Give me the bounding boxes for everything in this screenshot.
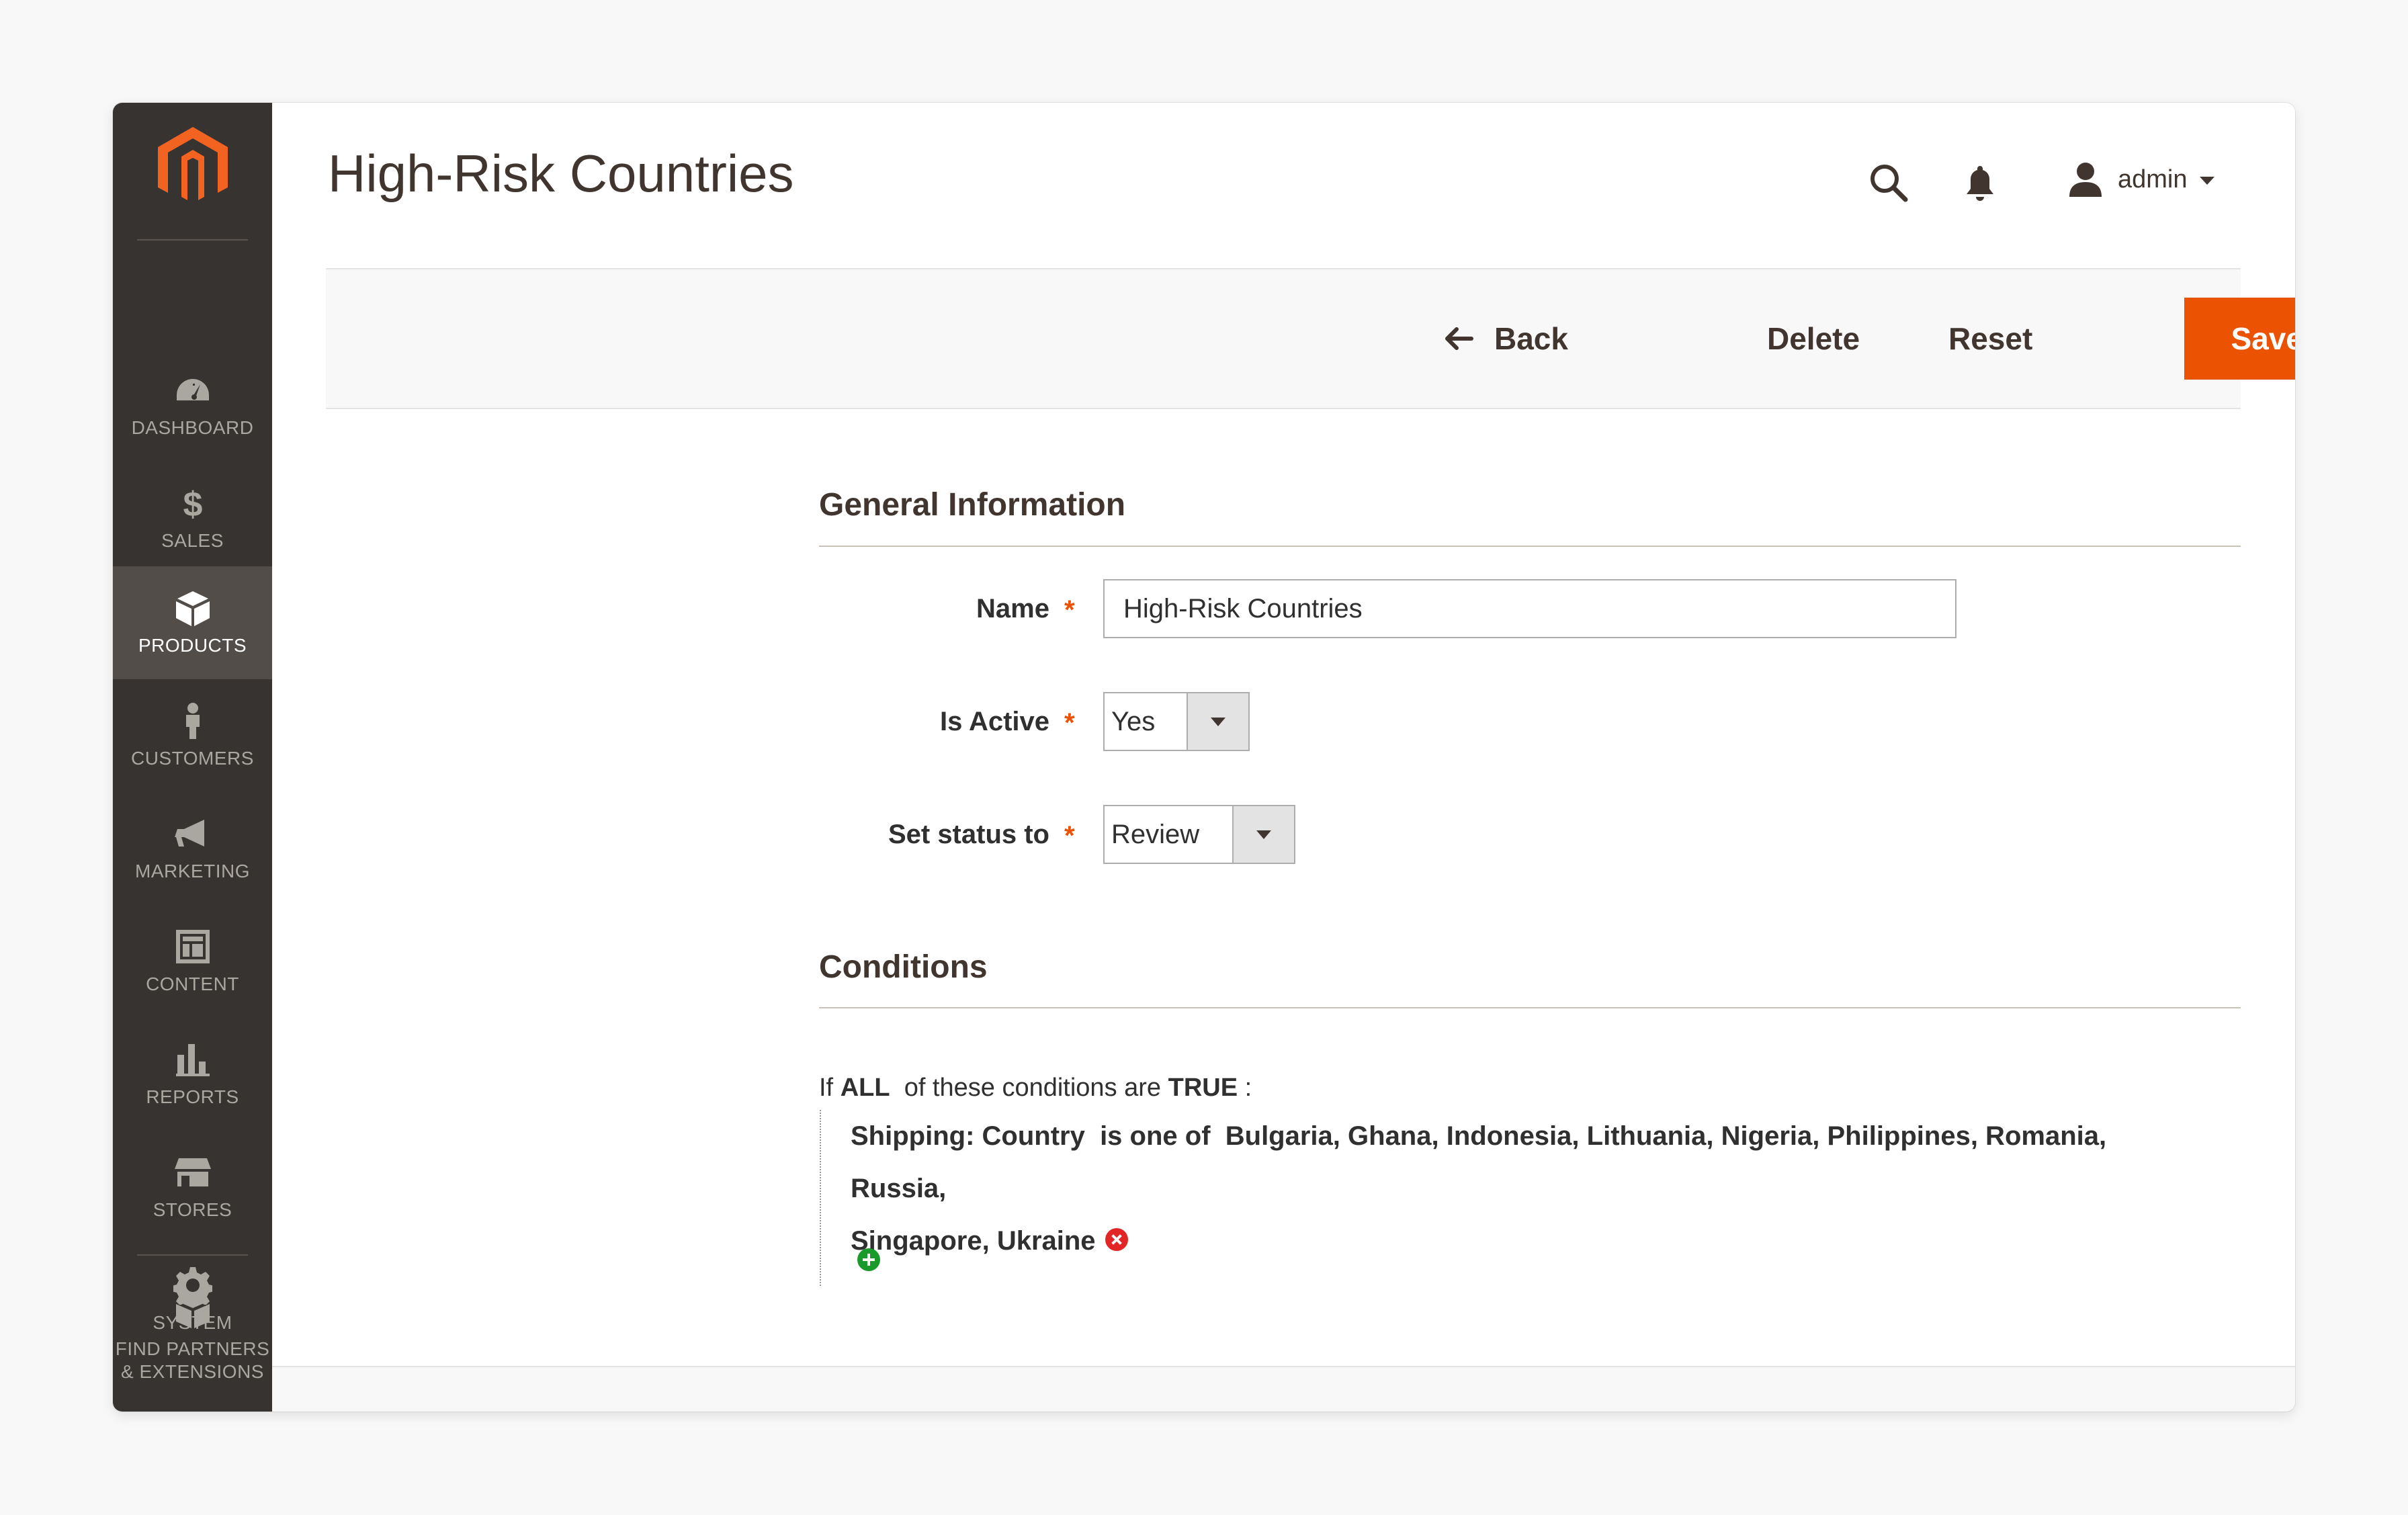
status-label: Set status to (888, 820, 1049, 849)
save-button[interactable]: Save (2185, 298, 2295, 379)
section-title-general: General Information (819, 487, 1126, 523)
required-marker: * (1064, 595, 1075, 625)
sidebar-item-stores[interactable]: STORES (113, 1131, 272, 1244)
sidebar-item-products[interactable]: PRODUCTS (113, 566, 272, 679)
sidebar-item-label: & EXTENSIONS (121, 1361, 264, 1382)
chevron-down-icon (1256, 830, 1271, 839)
sidebar-item-marketing[interactable]: MARKETING (113, 792, 272, 905)
sidebar-item-label: CUSTOMERS (131, 748, 254, 769)
is-active-label: Is Active (939, 707, 1049, 736)
admin-sidebar: DASHBOARD $ SALES PRODUCTS CUSTOMERS MAR… (113, 103, 272, 1412)
sidebar-item-dashboard[interactable]: DASHBOARD (113, 349, 272, 462)
required-marker: * (1064, 708, 1075, 738)
magento-logo-icon[interactable] (158, 127, 228, 206)
required-marker: * (1064, 821, 1075, 851)
reset-button[interactable]: Reset (1948, 269, 2032, 408)
aggregator-text: of these conditions are (904, 1074, 1162, 1102)
section-divider (819, 546, 2241, 547)
layout-icon (173, 927, 213, 966)
back-label: Back (1494, 321, 1568, 356)
status-value: Review (1111, 819, 1200, 849)
back-button[interactable]: Back (1445, 269, 1568, 408)
if-text: If (819, 1074, 834, 1102)
sidebar-item-label: PRODUCTS (138, 635, 247, 656)
is-active-select[interactable]: Yes (1103, 692, 1250, 751)
rule-operator[interactable]: is one of (1100, 1121, 1210, 1151)
rule-attribute[interactable]: Shipping: Country (851, 1121, 1085, 1151)
footer-bar (272, 1366, 2295, 1412)
megaphone-icon (173, 814, 213, 853)
section-divider (819, 1007, 2241, 1008)
sidebar-item-label: MARKETING (135, 861, 250, 881)
conditions-tree: Shipping: Country is one of Bulgaria, Gh… (820, 1110, 2232, 1286)
page-actions-bar: Back Delete Reset Save (326, 268, 2295, 409)
dropdown-arrow[interactable] (1187, 693, 1248, 750)
chevron-down-icon (1211, 717, 1226, 726)
box-icon (173, 589, 213, 627)
name-label: Name (976, 594, 1049, 623)
svg-text:$: $ (183, 485, 202, 523)
sidebar-item-label: REPORTS (146, 1086, 239, 1107)
search-icon[interactable] (1868, 162, 1909, 204)
save-button-group: Save (2184, 298, 2295, 380)
remove-condition-icon[interactable] (1105, 1228, 1128, 1252)
blocks-icon (173, 1292, 213, 1331)
rule-values[interactable]: Singapore, Ukraine (851, 1226, 1096, 1256)
bar-chart-icon (173, 1040, 213, 1079)
user-name: admin (2118, 165, 2188, 193)
conditions-aggregator: If ALL of these conditions are TRUE : (819, 1074, 1252, 1102)
user-menu[interactable]: admin (2067, 158, 2214, 201)
sidebar-item-sales[interactable]: $ SALES (113, 462, 272, 574)
value-link[interactable]: TRUE (1168, 1074, 1238, 1102)
sidebar-item-reports[interactable]: REPORTS (113, 1018, 272, 1131)
chevron-down-icon (2199, 177, 2214, 185)
dollar-icon: $ (173, 484, 213, 523)
aggregator-link[interactable]: ALL (841, 1074, 890, 1102)
arrow-left-icon (1445, 327, 1473, 350)
sidebar-item-label: STORES (153, 1199, 232, 1220)
bell-icon[interactable] (1963, 163, 1997, 202)
add-condition-icon[interactable] (857, 1248, 880, 1271)
user-icon (2069, 163, 2102, 197)
condition-rule: Shipping: Country is one of Bulgaria, Gh… (851, 1110, 2194, 1267)
sidebar-divider (137, 239, 248, 241)
status-select[interactable]: Review (1103, 805, 1295, 864)
sidebar-item-find-partners[interactable]: FIND PARTNERS & EXTENSIONS (113, 1272, 272, 1403)
reset-label: Reset (1948, 321, 2033, 356)
sidebar-item-label: CONTENT (146, 973, 239, 994)
sidebar-item-content[interactable]: CONTENT (113, 905, 272, 1018)
section-title-conditions: Conditions (819, 949, 988, 985)
sidebar-divider (137, 1254, 248, 1256)
storefront-icon (173, 1153, 213, 1192)
name-field[interactable] (1103, 579, 1956, 638)
sidebar-item-label: FIND PARTNERS (115, 1338, 270, 1359)
page-title: High-Risk Countries (328, 144, 794, 203)
person-icon (173, 701, 213, 740)
sidebar-item-label: DASHBOARD (131, 417, 254, 438)
is-active-value: Yes (1111, 706, 1156, 736)
dashboard-icon (173, 371, 213, 410)
dropdown-arrow[interactable] (1232, 806, 1294, 863)
sidebar-item-label: SALES (161, 530, 224, 551)
sidebar-item-customers[interactable]: CUSTOMERS (113, 679, 272, 792)
delete-label: Delete (1767, 321, 1860, 356)
delete-button[interactable]: Delete (1767, 269, 1860, 408)
colon: : (1244, 1074, 1252, 1102)
